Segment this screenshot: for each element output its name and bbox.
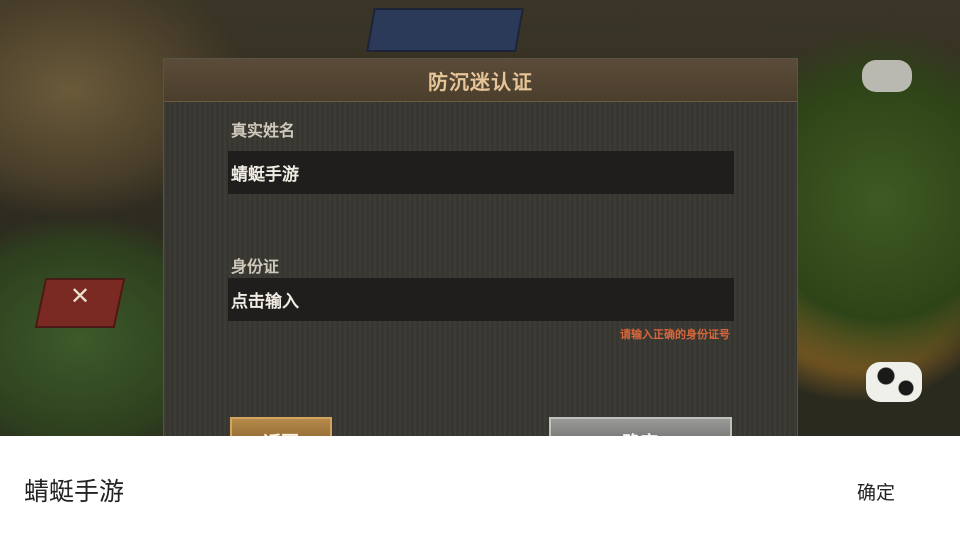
- keyboard-input-bar: 蜻蜓手游 确定: [0, 436, 960, 540]
- background-building: [366, 8, 524, 52]
- keyboard-input-text[interactable]: 蜻蜓手游: [24, 472, 124, 508]
- real-name-label: 真实姓名: [231, 121, 296, 140]
- back-button[interactable]: 返回: [230, 417, 332, 436]
- anti-addiction-dialog: 防沉迷认证 真实姓名 蜻蜓手游 身份证 点击输入 请输入正确的身份证号 返回 确…: [163, 58, 798, 436]
- id-card-label: 身份证: [231, 257, 280, 276]
- id-card-input[interactable]: 点击输入: [228, 278, 734, 321]
- background-cow-spotted: [866, 362, 922, 402]
- dialog-header: 防沉迷认证: [164, 59, 797, 102]
- hut-cross-icon: ✕: [70, 282, 91, 310]
- background-cow: [862, 60, 912, 92]
- dialog-title: 防沉迷认证: [428, 69, 533, 94]
- keyboard-ok-button[interactable]: 确定: [857, 478, 895, 505]
- confirm-button[interactable]: 确定: [549, 417, 732, 436]
- real-name-input[interactable]: 蜻蜓手游: [228, 151, 734, 194]
- id-error-hint: 请输入正确的身份证号: [620, 328, 730, 341]
